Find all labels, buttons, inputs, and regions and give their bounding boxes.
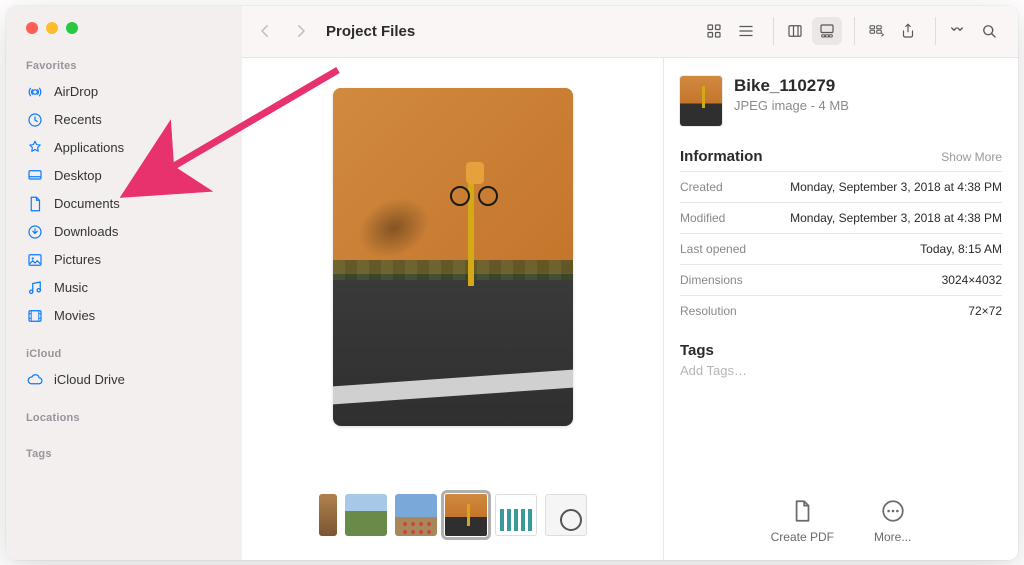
- inspector-pane: Bike_110279 JPEG image - 4 MB Informatio…: [664, 58, 1018, 560]
- sidebar-item-applications[interactable]: Applications: [6, 134, 242, 162]
- window-controls: [6, 22, 242, 56]
- info-row-modified: ModifiedMonday, September 3, 2018 at 4:3…: [680, 202, 1002, 233]
- pictures-icon: [26, 251, 44, 269]
- downloads-icon: [26, 223, 44, 241]
- inspector-thumbnail: [680, 76, 722, 126]
- desktop-icon: [26, 167, 44, 185]
- sidebar-item-pictures[interactable]: Pictures: [6, 246, 242, 274]
- movies-icon: [26, 307, 44, 325]
- info-row-dimensions: Dimensions3024×4032: [680, 264, 1002, 295]
- ellipsis-icon: [880, 498, 906, 524]
- sidebar-section-icloud: iCloud: [6, 344, 242, 366]
- preview-pane: [242, 58, 664, 560]
- sidebar-item-music[interactable]: Music: [6, 274, 242, 302]
- info-row-resolution: Resolution72×72: [680, 295, 1002, 326]
- thumbnail-item[interactable]: [319, 494, 337, 536]
- sidebar-item-label: Recents: [54, 110, 102, 130]
- sidebar-item-label: Pictures: [54, 250, 101, 270]
- sidebar-item-label: Downloads: [54, 222, 118, 242]
- overflow-button[interactable]: [942, 17, 972, 45]
- documents-icon: [26, 195, 44, 213]
- sidebar-item-movies[interactable]: Movies: [6, 302, 242, 330]
- maximize-button[interactable]: [66, 22, 78, 34]
- thumbnail-item-selected[interactable]: [445, 494, 487, 536]
- thumbnail-item[interactable]: [545, 494, 587, 536]
- sidebar-item-label: Documents: [54, 194, 120, 214]
- thumbnail-strip: [319, 482, 587, 550]
- view-columns-button[interactable]: [780, 17, 810, 45]
- tags-heading: Tags: [680, 342, 1002, 359]
- sidebar-section-locations[interactable]: Locations: [6, 408, 242, 430]
- sidebar-item-airdrop[interactable]: AirDrop: [6, 78, 242, 106]
- share-button[interactable]: [893, 17, 923, 45]
- toolbar: Project Files: [242, 6, 1018, 58]
- recents-icon: [26, 111, 44, 129]
- sidebar-item-label: AirDrop: [54, 82, 98, 102]
- show-more-button[interactable]: Show More: [941, 150, 1002, 164]
- view-icons-button[interactable]: [699, 17, 729, 45]
- sidebar-item-label: Movies: [54, 306, 95, 326]
- info-row-last-opened: Last openedToday, 8:15 AM: [680, 233, 1002, 264]
- sidebar-item-label: iCloud Drive: [54, 370, 125, 390]
- sidebar-item-label: Desktop: [54, 166, 102, 186]
- music-icon: [26, 279, 44, 297]
- sidebar-item-desktop[interactable]: Desktop: [6, 162, 242, 190]
- finder-window: Favorites AirDrop Recents Applications D…: [6, 6, 1018, 560]
- minimize-button[interactable]: [46, 22, 58, 34]
- sidebar-item-label: Applications: [54, 138, 124, 158]
- sidebar: Favorites AirDrop Recents Applications D…: [6, 6, 242, 560]
- info-row-created: CreatedMonday, September 3, 2018 at 4:38…: [680, 171, 1002, 202]
- content-area: Project Files: [242, 6, 1018, 560]
- view-gallery-button[interactable]: [812, 17, 842, 45]
- group-by-button[interactable]: [861, 17, 891, 45]
- sidebar-item-recents[interactable]: Recents: [6, 106, 242, 134]
- window-title: Project Files: [326, 23, 415, 40]
- add-tags-field[interactable]: Add Tags…: [680, 363, 1002, 378]
- search-button[interactable]: [974, 17, 1004, 45]
- sidebar-section-tags[interactable]: Tags: [6, 444, 242, 466]
- applications-icon: [26, 139, 44, 157]
- forward-button[interactable]: [286, 17, 316, 45]
- sidebar-item-label: Music: [54, 278, 88, 298]
- airdrop-icon: [26, 83, 44, 101]
- document-icon: [789, 498, 815, 524]
- sidebar-item-documents[interactable]: Documents: [6, 190, 242, 218]
- file-name: Bike_110279: [734, 76, 849, 96]
- more-actions-button[interactable]: More...: [874, 498, 911, 544]
- view-list-button[interactable]: [731, 17, 761, 45]
- main-area: Bike_110279 JPEG image - 4 MB Informatio…: [242, 58, 1018, 560]
- sidebar-item-icloud-drive[interactable]: iCloud Drive: [6, 366, 242, 394]
- back-button[interactable]: [250, 17, 280, 45]
- close-button[interactable]: [26, 22, 38, 34]
- sidebar-section-favorites: Favorites: [6, 56, 242, 78]
- file-subtitle: JPEG image - 4 MB: [734, 98, 849, 113]
- sidebar-item-downloads[interactable]: Downloads: [6, 218, 242, 246]
- thumbnail-item[interactable]: [345, 494, 387, 536]
- thumbnail-item[interactable]: [495, 494, 537, 536]
- icloud-icon: [26, 371, 44, 389]
- preview-image[interactable]: [333, 88, 573, 426]
- info-heading: Information: [680, 148, 763, 165]
- create-pdf-button[interactable]: Create PDF: [771, 498, 834, 544]
- thumbnail-item[interactable]: [395, 494, 437, 536]
